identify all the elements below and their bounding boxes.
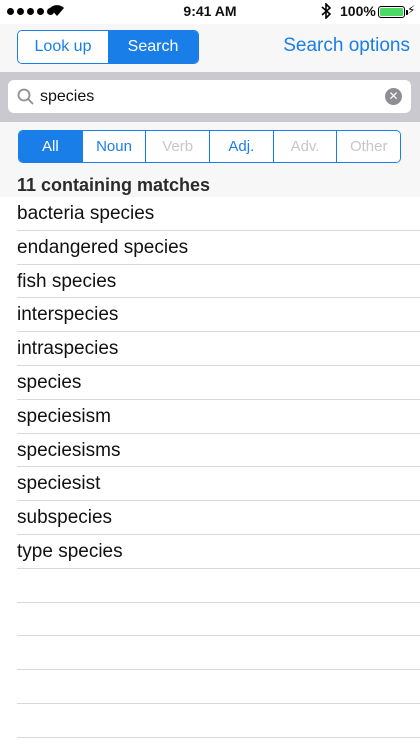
list-item[interactable]: speciesisms [17, 434, 420, 468]
search-bar: ✕ [0, 72, 420, 122]
part-of-speech-segmented-control: All Noun Verb Adj. Adv. Other [18, 130, 401, 163]
empty-row [17, 603, 420, 637]
filter-verb[interactable]: Verb [146, 131, 211, 162]
clear-icon[interactable]: ✕ [385, 88, 402, 105]
filter-adj[interactable]: Adj. [210, 131, 274, 162]
status-bar: 9:41 AM 100% ⚡ [0, 0, 420, 24]
segment-look-up[interactable]: Look up [18, 31, 108, 63]
filter-noun[interactable]: Noun [82, 131, 147, 162]
list-item[interactable]: fish species [17, 265, 420, 299]
list-item[interactable]: type species [17, 535, 420, 569]
search-options-button[interactable]: Search options [283, 35, 410, 57]
list-item[interactable]: intraspecies [17, 332, 420, 366]
list-item[interactable]: interspecies [17, 298, 420, 333]
results-list: bacteria species endangered species fish… [0, 197, 420, 738]
filter-other[interactable]: Other [337, 131, 400, 162]
empty-row [17, 636, 420, 671]
empty-row [17, 704, 420, 738]
segment-search[interactable]: Search [108, 31, 198, 63]
charging-bolt-icon: ⚡ [407, 3, 416, 17]
list-item[interactable]: speciesism [17, 400, 420, 434]
search-field-container: ✕ [8, 80, 411, 113]
filter-bar: All Noun Verb Adj. Adv. Other [0, 122, 420, 169]
results-header: 11 containing matches [0, 169, 420, 197]
mode-segmented-control: Look up Search [17, 30, 199, 64]
list-item[interactable]: speciesist [17, 467, 420, 502]
list-item[interactable]: endangered species [17, 231, 420, 265]
nav-bar: Look up Search Search options [0, 24, 420, 72]
bluetooth-icon [321, 3, 332, 19]
list-item[interactable]: subspecies [17, 501, 420, 535]
battery-icon [378, 6, 408, 18]
filter-all[interactable]: All [19, 131, 83, 162]
filter-adv[interactable]: Adv. [273, 131, 338, 162]
empty-row [17, 670, 420, 704]
battery-percent: 100% [340, 3, 376, 19]
list-item[interactable]: species [17, 366, 420, 400]
empty-row [17, 569, 420, 603]
search-icon [17, 88, 34, 105]
list-item[interactable]: bacteria species [17, 197, 420, 231]
search-input[interactable] [40, 86, 380, 108]
